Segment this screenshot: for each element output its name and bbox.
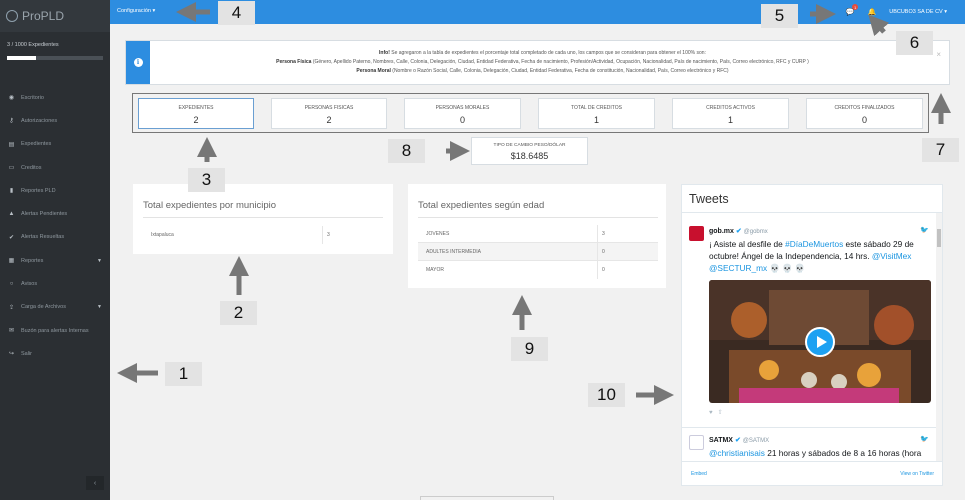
annotation-label-1: 1	[165, 362, 202, 386]
annotation-arrows	[117, 2, 951, 405]
annotation-label-6: 6	[896, 31, 933, 55]
annotation-label-10: 10	[588, 383, 625, 407]
annotation-label-3: 3	[188, 168, 225, 192]
annotation-label-8: 8	[388, 139, 425, 163]
annotation-label-4: 4	[218, 1, 255, 25]
annotation-label-5: 5	[761, 4, 798, 28]
app-root: ProPLD 3 / 1000 Expedientes ◉ Escritorio …	[0, 0, 965, 500]
annotation-label-7: 7	[922, 138, 959, 162]
arrow-6	[868, 14, 890, 37]
annotation-label-2: 2	[220, 301, 257, 325]
annotation-label-9: 9	[511, 337, 548, 361]
